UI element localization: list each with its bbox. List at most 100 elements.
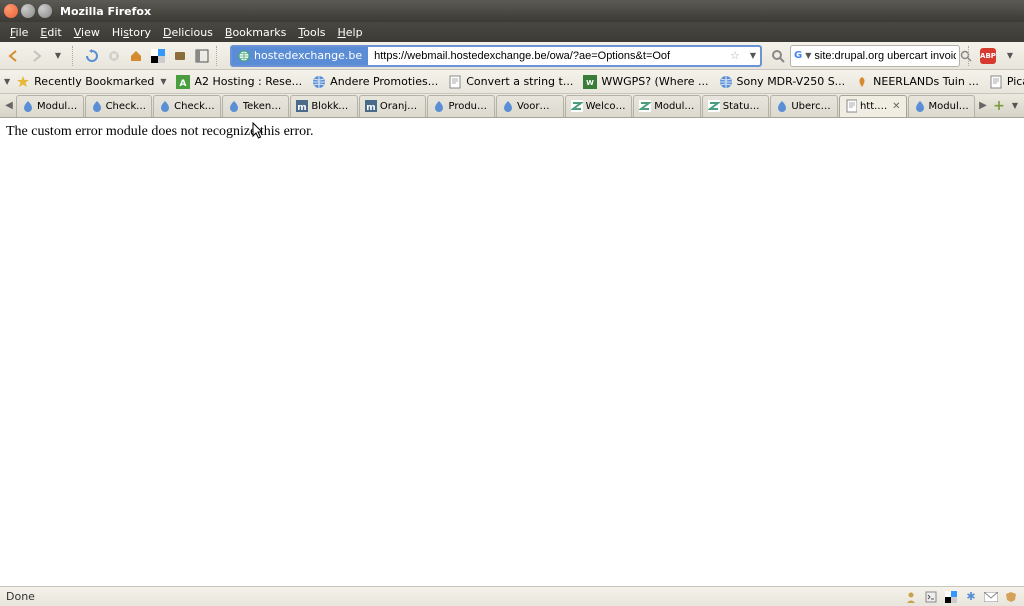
bookmark-item[interactable]: Andere Promoties... (308, 73, 442, 91)
tab-label: Modules | ... (654, 101, 695, 112)
nav-history-dropdown[interactable]: ▼ (48, 46, 68, 66)
forward-button[interactable] (26, 46, 46, 66)
url-dropdown[interactable]: ▼ (746, 51, 760, 60)
status-script-icon[interactable] (924, 590, 938, 604)
stop-button[interactable] (104, 46, 124, 66)
bookmark-favicon-icon: W (583, 75, 597, 89)
browser-tab[interactable]: Status rep... (702, 95, 770, 117)
window-title: Mozilla Firefox (60, 5, 151, 18)
browser-tab[interactable]: Modules | ... (908, 95, 976, 117)
adblock-dropdown[interactable]: ▼ (1000, 46, 1020, 66)
menu-delicious[interactable]: Delicious (157, 24, 219, 41)
tab-favicon-icon (228, 100, 240, 112)
browser-tab[interactable]: htt...of✕ (839, 95, 907, 117)
menu-help[interactable]: Help (331, 24, 368, 41)
tab-label: Product | ... (448, 101, 489, 112)
bookmark-item[interactable]: NEERLANDs Tuin ... (851, 73, 983, 91)
window-minimize-button[interactable] (21, 4, 35, 18)
tag-icon[interactable] (170, 46, 190, 66)
browser-tab[interactable]: mBlokken | ... (290, 95, 358, 117)
tab-list-dropdown[interactable]: ▼ (1008, 101, 1022, 110)
bookmark-favicon-icon (989, 75, 1003, 89)
tab-favicon-icon (502, 100, 514, 112)
tab-scroll-left[interactable]: ◀ (2, 96, 16, 116)
tab-label: Tekenreek... (243, 101, 284, 112)
new-tab-button[interactable]: + (990, 98, 1008, 114)
bookmark-item[interactable]: AA2 Hosting : Rese... (172, 73, 306, 91)
status-text: Done (6, 590, 35, 603)
bookmark-label: Sony MDR-V250 S... (737, 75, 846, 88)
bookbar-overflow-left[interactable]: ▼ (4, 72, 10, 92)
menu-tools[interactable]: Tools (292, 24, 331, 41)
sidebar-icon[interactable] (192, 46, 212, 66)
bookmark-favicon-icon (16, 75, 30, 89)
window-close-button[interactable] (4, 4, 18, 18)
tab-favicon-icon (433, 100, 445, 112)
tab-favicon-icon (845, 100, 857, 112)
status-bar: Done ✱ (0, 586, 1024, 606)
status-shield-icon[interactable] (1004, 590, 1018, 604)
bookmarks-toolbar: ▼ Recently Bookmarked▼AA2 Hosting : Rese… (0, 70, 1024, 94)
browser-tab[interactable]: Modules | ... (633, 95, 701, 117)
status-snowflake-icon[interactable]: ✱ (964, 590, 978, 604)
adblock-icon[interactable]: ABP (978, 46, 998, 66)
browser-tab[interactable]: Modules | ... (16, 95, 84, 117)
status-user-icon[interactable] (904, 590, 918, 604)
bookmark-label: Convert a string t... (466, 75, 573, 88)
back-button[interactable] (4, 46, 24, 66)
home-button[interactable] (126, 46, 146, 66)
bookmark-favicon-icon (719, 75, 733, 89)
tab-label: Checkout ... (106, 101, 147, 112)
browser-tab[interactable]: Product | ... (427, 95, 495, 117)
bookmark-item[interactable]: Convert a string t... (444, 73, 577, 91)
status-delicious-icon[interactable] (944, 590, 958, 604)
menu-file[interactable]: File (4, 24, 34, 41)
menu-history[interactable]: History (106, 24, 157, 41)
delicious-icon[interactable] (148, 46, 168, 66)
tab-favicon-icon (571, 100, 583, 112)
url-input[interactable] (368, 47, 724, 65)
tab-label: Blokken | ... (311, 101, 352, 112)
menu-bookmarks[interactable]: Bookmarks (219, 24, 292, 41)
menu-view[interactable]: View (68, 24, 106, 41)
browser-tab[interactable]: Voorwaar... (496, 95, 564, 117)
search-engine-dropdown[interactable]: ▼ (805, 51, 811, 60)
tab-favicon-icon (708, 100, 720, 112)
svg-text:W: W (586, 79, 594, 87)
tab-scroll-right[interactable]: ▶ (976, 96, 990, 116)
menu-edit[interactable]: Edit (34, 24, 67, 41)
browser-tab[interactable]: Tekenreek... (222, 95, 290, 117)
tab-bar: ◀ Modules | ... Checkout ... Checkout ... T… (0, 94, 1024, 118)
browser-tab[interactable]: mOranje Sp... (359, 95, 427, 117)
tab-label: Oranje Sp... (380, 101, 421, 112)
site-identity-chip[interactable]: hostedexchange.be (232, 47, 368, 65)
tab-favicon-icon: m (365, 100, 377, 112)
window-maximize-button[interactable] (38, 4, 52, 18)
tab-favicon-icon (914, 100, 926, 112)
tab-favicon-icon (639, 100, 651, 112)
tab-label: Modules | ... (929, 101, 970, 112)
bookmark-item[interactable]: Sony MDR-V250 S... (715, 73, 850, 91)
bookmark-item[interactable]: WWWGPS? (Where ... (579, 73, 712, 91)
go-search-icon[interactable] (768, 46, 788, 66)
bookmark-item[interactable]: Recently Bookmarked▼ (12, 73, 170, 91)
browser-tab[interactable]: Ubercart C... (770, 95, 838, 117)
browser-tab[interactable]: Checkout ... (85, 95, 153, 117)
tab-label: Status rep... (723, 101, 764, 112)
site-favicon-icon (238, 50, 250, 62)
search-engine-icon[interactable]: G (794, 48, 802, 64)
tab-label: Modules | ... (37, 101, 78, 112)
navigation-toolbar: ▼ hostedexchange.be ☆ ▼ G ▼ ABP ▼ (0, 42, 1024, 70)
bookmark-star-icon[interactable]: ☆ (724, 49, 746, 62)
reload-button[interactable] (82, 46, 102, 66)
search-input[interactable] (814, 46, 956, 66)
search-bar: G ▼ (790, 45, 960, 67)
status-mail-icon[interactable] (984, 590, 998, 604)
browser-tab[interactable]: Welcome t... (565, 95, 633, 117)
tab-close-icon[interactable]: ✕ (892, 101, 900, 112)
bookmark-label: A2 Hosting : Rese... (194, 75, 302, 88)
tab-favicon-icon (159, 100, 171, 112)
bookmark-item[interactable]: PicardDownload -... (985, 73, 1024, 91)
browser-tab[interactable]: Checkout ... (153, 95, 221, 117)
tab-label: Welcome t... (586, 101, 627, 112)
